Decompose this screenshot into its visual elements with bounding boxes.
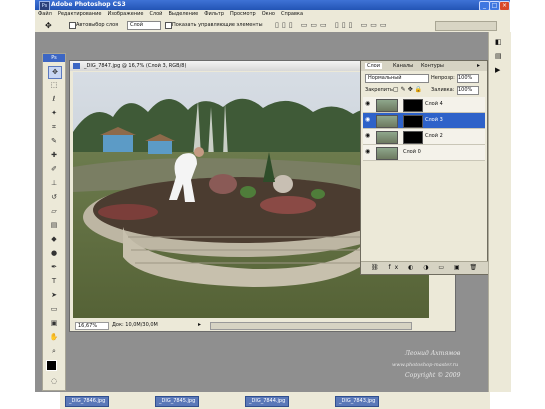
fill-field[interactable]: 100% (457, 86, 479, 95)
author-credit: Леонид Ахтямов (405, 350, 461, 357)
tab-layers[interactable]: Слои (365, 63, 382, 69)
layer-name: Слой 2 (425, 133, 443, 139)
foreground-color-swatch[interactable] (46, 360, 57, 371)
marquee-tool-icon[interactable]: ⬚ (48, 80, 60, 91)
menu-layer[interactable]: Слой (146, 10, 165, 18)
toolbox: Ps ✥ ⬚ ℓ ✦ ⌗ ✎ ✚ ✐ ⊥ ↺ ▱ ▤ ◆ ● ✒ T ➤ ▭ ▣… (42, 53, 66, 391)
quick-mask-icon[interactable]: ◌ (48, 376, 60, 387)
menu-window[interactable]: Окно (259, 10, 278, 18)
brush-tool-icon[interactable]: ✐ (48, 164, 60, 175)
layer-row[interactable]: ◉ Слой 2 (363, 129, 485, 145)
history-icon[interactable]: ▤ (495, 52, 502, 60)
blur-tool-icon[interactable]: ◆ (48, 234, 60, 245)
navigator-icon[interactable]: ◧ (495, 38, 502, 46)
minimized-document[interactable]: _DIG_7844.jpg (245, 396, 290, 407)
blend-mode-select[interactable]: Нормальный (365, 74, 429, 83)
show-controls-checkbox[interactable] (165, 22, 172, 29)
layer-name: Слой 3 (425, 117, 443, 123)
tab-channels[interactable]: Каналы (393, 63, 413, 69)
layers-panel-footer-buttons[interactable]: ⛓ fx ◐ ◑ ▭ ▣ 🗑 (361, 261, 497, 274)
autoselect-label: Автовыбор слоя (76, 22, 119, 28)
gradient-tool-icon[interactable]: ▤ (48, 220, 60, 231)
move-tool-icon[interactable]: ✥ (45, 21, 52, 30)
minimized-document[interactable]: _DIG_7845.jpg (155, 396, 200, 407)
status-menu-arrow-icon[interactable]: ▸ (198, 321, 201, 328)
zoom-tool-icon[interactable]: ⌕ (48, 346, 60, 357)
tab-paths[interactable]: Контуры (421, 63, 444, 69)
document-icon (73, 63, 80, 69)
autoselect-select[interactable]: Слой (127, 21, 161, 30)
layer-mask-thumbnail[interactable] (403, 99, 423, 112)
menu-bar: Файл Редактирование Изображение Слой Выделен… (35, 10, 510, 18)
autoselect-checkbox[interactable] (69, 22, 76, 29)
shape-tool-icon[interactable]: ▭ (48, 304, 60, 315)
layer-thumbnail (376, 147, 398, 160)
title-bar: Ps Adobe Photoshop CS3 _ □ × (35, 0, 510, 11)
layer-thumbnail (376, 131, 398, 144)
opacity-field[interactable]: 100% (457, 74, 479, 83)
crop-tool-icon[interactable]: ⌗ (48, 122, 60, 133)
collapsed-panels-strip: ◧ ▤ ▶ (488, 32, 511, 392)
visibility-eye-icon[interactable]: ◉ (365, 133, 372, 139)
document-title: _DIG_7847.jpg @ 16,7% (Слой 3, RGB/8) (84, 63, 187, 69)
layer-name: Слой 4 (425, 101, 443, 107)
layers-panel: Слои Каналы Контуры ▸ Нормальный Непрозр… (360, 60, 497, 275)
document-size-info: Док: 10,0М/30,0М (112, 322, 158, 328)
layer-mask-thumbnail[interactable] (403, 131, 423, 144)
layer-row[interactable]: ◉ Слой 0 (363, 145, 485, 161)
menu-file[interactable]: Файл (35, 10, 55, 18)
zoom-field[interactable]: 16,67% (75, 322, 109, 330)
visibility-eye-icon[interactable]: ◉ (365, 101, 372, 107)
copyright-credit: Copyright © 2009 (405, 372, 461, 379)
notes-tool-icon[interactable]: ▣ (48, 318, 60, 329)
menu-image[interactable]: Изображение (104, 10, 146, 18)
layer-name: Слой 0 (403, 149, 421, 155)
clone-stamp-tool-icon[interactable]: ⊥ (48, 178, 60, 189)
move-tool-icon[interactable]: ✥ (48, 66, 62, 79)
dodge-tool-icon[interactable]: ● (48, 248, 60, 259)
magic-wand-tool-icon[interactable]: ✦ (48, 108, 60, 119)
horizontal-scrollbar[interactable] (210, 322, 412, 330)
layer-thumbnail (376, 99, 398, 112)
eyedropper-tool-icon[interactable]: ✎ (48, 136, 60, 147)
panel-menu-icon[interactable]: ▸ (477, 62, 480, 69)
type-tool-icon[interactable]: T (48, 276, 60, 287)
visibility-eye-icon[interactable]: ◉ (365, 149, 372, 155)
minimized-document[interactable]: _DIG_7843.jpg (335, 396, 380, 407)
minimized-document[interactable]: _DIG_7846.jpg (65, 396, 110, 407)
layer-mask-thumbnail[interactable] (403, 115, 423, 128)
healing-brush-tool-icon[interactable]: ✚ (48, 150, 60, 161)
hand-tool-icon[interactable]: ✋ (48, 332, 60, 343)
eraser-tool-icon[interactable]: ▱ (48, 206, 60, 217)
align-buttons[interactable]: ▯▯▯ ▭▭▭ ▯▯▯ ▭▭▭ (275, 21, 425, 29)
lock-label: Закрепить: (365, 87, 395, 93)
menu-select[interactable]: Выделение (165, 10, 201, 18)
pen-tool-icon[interactable]: ✒ (48, 262, 60, 273)
window-title: Adobe Photoshop CS3 (51, 1, 126, 8)
fill-label: Заливка: (431, 87, 455, 93)
lock-icons[interactable]: ▢✎✥🔒 (393, 86, 424, 93)
layer-thumbnail (376, 115, 398, 128)
minimized-documents-bar: _DIG_7846.jpg _DIG_7845.jpg _DIG_7844.jp… (60, 392, 490, 409)
menu-edit[interactable]: Редактирование (55, 10, 105, 18)
visibility-eye-icon[interactable]: ◉ (365, 117, 372, 123)
history-brush-tool-icon[interactable]: ↺ (48, 192, 60, 203)
site-credit: www.photoshop-master.ru (392, 362, 459, 368)
menu-filter[interactable]: Фильтр (201, 10, 227, 18)
layers-panel-tabs: Слои Каналы Контуры ▸ (361, 61, 487, 71)
layer-row-selected[interactable]: ◉ Слой 3 (363, 113, 485, 129)
menu-view[interactable]: Просмотр (227, 10, 259, 18)
layer-row[interactable]: ◉ Слой 4 (363, 97, 485, 113)
path-selection-tool-icon[interactable]: ➤ (48, 290, 60, 301)
document-status-bar: 16,67% Док: 10,0М/30,0М ▸ (70, 320, 455, 330)
menu-help[interactable]: Справка (278, 10, 306, 18)
options-bar: ✥ Автовыбор слоя Слой Показать управляющ… (35, 18, 510, 33)
palette-well[interactable] (435, 21, 497, 31)
toolbox-logo-icon: Ps (43, 54, 65, 62)
lasso-tool-icon[interactable]: ℓ (48, 94, 60, 105)
opacity-label: Непрозр: (431, 75, 455, 81)
show-controls-label: Показать управляющие элементы (172, 22, 263, 28)
actions-icon[interactable]: ▶ (495, 66, 500, 74)
